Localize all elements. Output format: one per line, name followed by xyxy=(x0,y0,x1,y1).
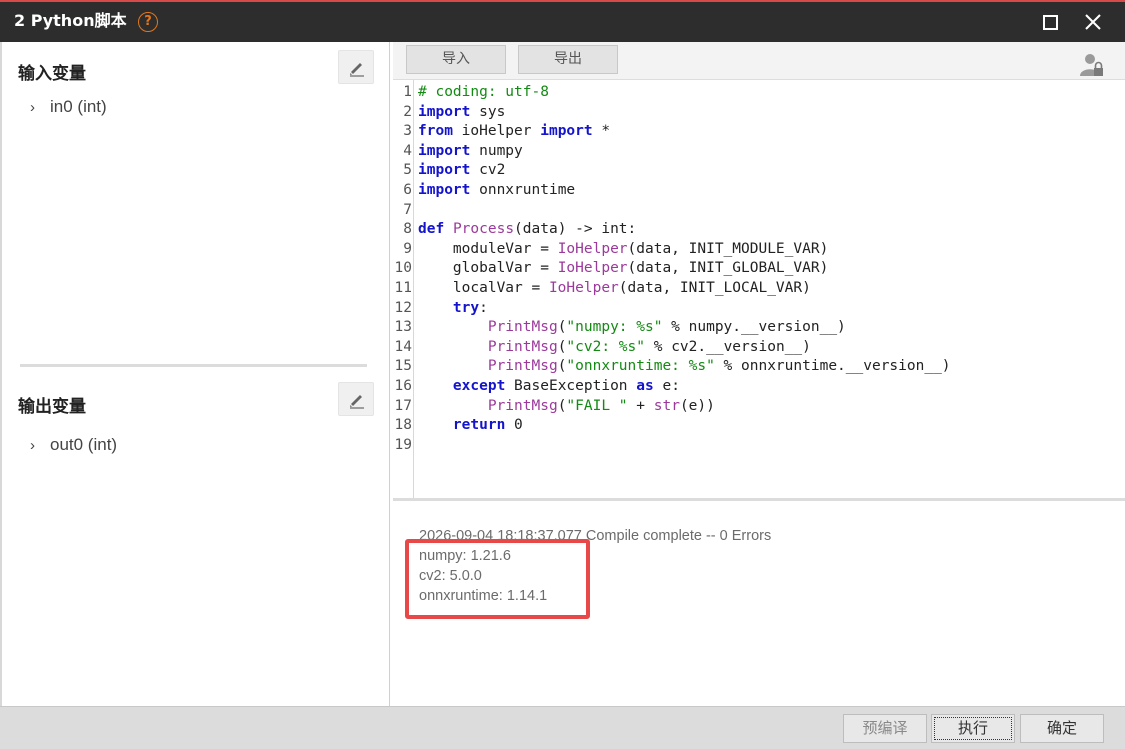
user-lock-icon[interactable] xyxy=(1079,52,1105,78)
title-bar: 2 Python脚本 ? xyxy=(0,0,1125,42)
code-text: except BaseException as e: xyxy=(452,378,680,394)
line-number: 9 xyxy=(403,240,412,257)
code-text: import onnxruntime xyxy=(418,182,576,198)
code-text: PrintMsg("cv2: %s" % cv2.__version__) xyxy=(487,338,811,355)
code-text: import cv2 xyxy=(418,162,506,179)
code-text: PrintMsg("onnxruntime: %s" % onnxruntime… xyxy=(487,358,951,375)
dialog-footer: 预编译 执行 确定 xyxy=(0,706,1125,749)
input-var-label: in0 (int) xyxy=(50,97,107,116)
line-number: 16 xyxy=(394,378,412,394)
code-text: def Process(data) -> int: xyxy=(418,221,637,238)
line-number: 19 xyxy=(394,436,412,453)
code-text: # coding: utf-8 xyxy=(418,84,549,100)
line-number: 11 xyxy=(394,280,412,296)
run-button[interactable]: 执行 xyxy=(931,714,1015,743)
edit-input-button[interactable] xyxy=(338,50,374,84)
line-number: 8 xyxy=(403,221,412,238)
line-number: 17 xyxy=(394,397,412,414)
code-text: import numpy xyxy=(418,142,523,159)
code-text: localVar = IoHelper(data, INIT_LOCAL_VAR… xyxy=(418,280,811,296)
code-text: PrintMsg("FAIL " + str(e)) xyxy=(487,397,715,414)
import-button[interactable]: 导入 xyxy=(406,45,506,74)
code-text: globalVar = IoHelper(data, INIT_GLOBAL_V… xyxy=(418,260,829,277)
maximize-icon[interactable] xyxy=(1043,15,1058,30)
line-number: 5 xyxy=(403,162,412,179)
line-number: 18 xyxy=(394,417,412,434)
code-text: import sys xyxy=(418,103,506,120)
output-var-item[interactable]: › out0 (int) xyxy=(30,435,117,455)
code-text: moduleVar = IoHelper(data, INIT_MODULE_V… xyxy=(418,240,829,257)
pencil-icon xyxy=(350,395,364,409)
left-border xyxy=(0,42,2,706)
output-variables-title: 输出变量 xyxy=(18,397,86,417)
line-number: 6 xyxy=(403,182,412,198)
ok-button[interactable]: 确定 xyxy=(1020,714,1104,743)
close-icon[interactable] xyxy=(1085,14,1101,30)
line-number: 1 xyxy=(403,84,412,100)
window-title: 2 Python脚本 xyxy=(14,11,127,30)
code-text: from ioHelper import * xyxy=(418,123,611,140)
line-number: 4 xyxy=(403,142,412,159)
editor-toolbar: 导入 导出 xyxy=(393,42,1125,80)
chevron-right-icon: › xyxy=(30,99,35,116)
variables-panel: 输入变量 › in0 (int) 输出变量 › out0 (int) xyxy=(0,42,390,706)
annotation-highlight-box xyxy=(405,539,590,619)
pencil-icon xyxy=(350,63,364,77)
input-var-item[interactable]: › in0 (int) xyxy=(30,97,107,117)
code-editor[interactable]: 1 # coding: utf-8 2 import sys 3 from ioHelpe… xyxy=(393,80,1125,498)
chevron-right-icon: › xyxy=(30,437,35,454)
panel-splitter[interactable] xyxy=(20,364,367,367)
precompile-button[interactable]: 预编译 xyxy=(843,714,927,743)
line-number: 10 xyxy=(394,260,412,277)
line-number: 7 xyxy=(403,201,412,218)
code-text: return 0 xyxy=(452,417,523,434)
line-number: 12 xyxy=(394,299,412,316)
line-number: 2 xyxy=(403,103,412,120)
line-number: 3 xyxy=(403,123,412,140)
line-number: 14 xyxy=(394,338,412,355)
code-text: PrintMsg("numpy: %s" % numpy.__version__… xyxy=(487,319,846,336)
line-number: 15 xyxy=(394,358,412,375)
code-text: try: xyxy=(452,299,488,316)
edit-output-button[interactable] xyxy=(338,382,374,416)
output-var-label: out0 (int) xyxy=(50,435,118,454)
output-console: 2026-09-04 18:18:37.077 Compile complete… xyxy=(393,501,1125,698)
input-variables-title: 输入变量 xyxy=(18,64,86,84)
export-button[interactable]: 导出 xyxy=(518,45,618,74)
help-icon[interactable]: ? xyxy=(138,12,158,32)
line-number: 13 xyxy=(394,319,412,336)
